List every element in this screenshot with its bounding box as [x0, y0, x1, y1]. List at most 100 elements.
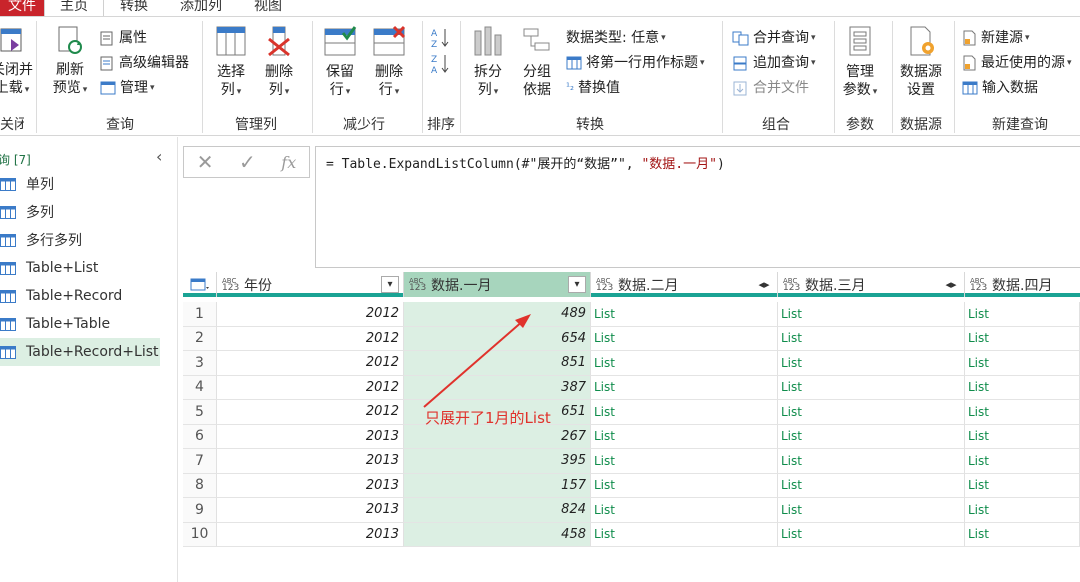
query-item[interactable]: Table+Record [0, 282, 160, 310]
choose-columns-button[interactable]: 选择 列 ▾ [212, 25, 250, 101]
cell-year[interactable]: 2012 [217, 326, 404, 351]
expand-column-icon[interactable]: ◂▸ [755, 276, 773, 293]
cell-list-link[interactable]: List [778, 498, 965, 523]
cell-list-link[interactable]: List [778, 302, 965, 327]
cancel-icon[interactable]: ✕ [197, 150, 214, 174]
query-item[interactable]: Table+List [0, 254, 160, 282]
cell-jan[interactable]: 267 [404, 424, 591, 449]
expand-column-icon[interactable]: ◂▸ [942, 276, 960, 293]
cell-year[interactable]: 2012 [217, 400, 404, 425]
query-item[interactable]: 多行多列 [0, 226, 160, 254]
recent-sources-button[interactable]: 最近使用的源 ▾ [962, 54, 1072, 72]
manage-button[interactable]: 管理 ▾ [100, 79, 155, 97]
column-header-feb[interactable]: ABC 123 数据.二月 ◂▸ [591, 272, 778, 297]
cell-jan[interactable]: 654 [404, 326, 591, 351]
column-header-jan[interactable]: ABC 123 数据.一月 ▾ [404, 272, 591, 297]
tab-home[interactable]: 主页 [44, 0, 104, 16]
tab-add-column[interactable]: 添加列 [180, 0, 222, 16]
column-header-apr[interactable]: ABC 123 数据.四月 [965, 272, 1080, 297]
cell-list-link[interactable]: List [591, 302, 778, 327]
query-item[interactable]: 多列 [0, 198, 160, 226]
query-item[interactable]: Table+Table [0, 310, 160, 338]
any-type-icon[interactable]: ABC 123 [783, 277, 800, 292]
replace-values-button[interactable]: ¹₂ 替换值 [566, 79, 620, 97]
query-item-selected[interactable]: Table+Record+List [0, 338, 160, 366]
cell-list-link[interactable]: List [778, 473, 965, 498]
cell-list-link[interactable]: List [591, 424, 778, 449]
cell-year[interactable]: 2012 [217, 351, 404, 376]
collapse-chevron-icon[interactable]: ‹ [156, 147, 162, 166]
cell-list-link[interactable]: List [591, 375, 778, 400]
use-first-row-as-headers-button[interactable]: 将第一行用作标题 ▾ [566, 54, 705, 72]
cell-list-link[interactable]: List [591, 449, 778, 474]
cell-list-link[interactable]: List [778, 424, 965, 449]
cell-list-link[interactable]: List [778, 522, 965, 547]
cell-list-link[interactable]: List [965, 351, 1080, 376]
manage-parameters-button[interactable]: 管理 参数 ▾ [840, 25, 880, 101]
merge-queries-button[interactable]: 合并查询 ▾ [732, 29, 816, 47]
tab-file[interactable]: 文件 [0, 0, 44, 16]
split-column-button[interactable]: 拆分 列 ▾ [470, 25, 506, 101]
cell-list-link[interactable]: List [965, 326, 1080, 351]
combine-files-button[interactable]: 合并文件 [732, 79, 809, 97]
cell-list-link[interactable]: List [965, 498, 1080, 523]
filter-dropdown-icon[interactable]: ▾ [568, 276, 586, 293]
group-by-button[interactable]: 分组 依据 [518, 25, 556, 99]
cell-jan[interactable]: 489 [404, 302, 591, 327]
cell-jan[interactable]: 395 [404, 449, 591, 474]
advanced-editor-button[interactable]: 高级编辑器 [100, 54, 189, 72]
any-type-icon[interactable]: ABC 123 [409, 277, 426, 292]
cell-year[interactable]: 2012 [217, 375, 404, 400]
cell-list-link[interactable]: List [778, 375, 965, 400]
sort-descending-button[interactable]: ZA [430, 53, 450, 80]
cell-list-link[interactable]: List [591, 351, 778, 376]
data-source-settings-button[interactable]: 数据源 设置 [896, 25, 946, 99]
query-item[interactable]: 单列 [0, 170, 160, 198]
data-type-dropdown[interactable]: 数据类型: 任意 ▾ [566, 29, 666, 47]
cell-list-link[interactable]: List [965, 375, 1080, 400]
any-type-icon[interactable]: ABC 123 [596, 277, 613, 292]
cell-year[interactable]: 2013 [217, 449, 404, 474]
cell-year[interactable]: 2013 [217, 522, 404, 547]
formula-input[interactable]: = Table.ExpandListColumn(#"展开的“数据”", "数据… [315, 146, 1080, 268]
cell-year[interactable]: 2013 [217, 424, 404, 449]
cell-list-link[interactable]: List [965, 400, 1080, 425]
fx-icon[interactable]: fx [281, 153, 296, 172]
cell-list-link[interactable]: List [778, 400, 965, 425]
close-and-load-button[interactable]: 关闭并 上载▾ [0, 25, 36, 99]
cell-jan[interactable]: 851 [404, 351, 591, 376]
cell-list-link[interactable]: List [965, 522, 1080, 547]
cell-year[interactable]: 2013 [217, 473, 404, 498]
properties-button[interactable]: 属性 [100, 29, 147, 47]
any-type-icon[interactable]: ABC 123 [970, 277, 987, 292]
cell-list-link[interactable]: List [965, 424, 1080, 449]
cell-list-link[interactable]: List [591, 522, 778, 547]
filter-dropdown-icon[interactable]: ▾ [381, 276, 399, 293]
refresh-preview-button[interactable]: 刷新 预览 ▾ [50, 25, 90, 99]
cell-list-link[interactable]: List [965, 302, 1080, 327]
cell-list-link[interactable]: List [778, 449, 965, 474]
cell-list-link[interactable]: List [591, 498, 778, 523]
cell-list-link[interactable]: List [965, 449, 1080, 474]
remove-columns-button[interactable]: 删除 列 ▾ [260, 25, 298, 101]
cell-list-link[interactable]: List [778, 351, 965, 376]
cell-year[interactable]: 2013 [217, 498, 404, 523]
tab-view[interactable]: 视图 [254, 0, 282, 16]
cell-year[interactable]: 2012 [217, 302, 404, 327]
cell-list-link[interactable]: List [591, 473, 778, 498]
cell-jan[interactable]: 824 [404, 498, 591, 523]
confirm-icon[interactable]: ✓ [239, 150, 256, 174]
tab-transform[interactable]: 转换 [120, 0, 148, 16]
any-type-icon[interactable]: ABC 123 [222, 277, 239, 292]
sort-ascending-button[interactable]: AZ [430, 27, 450, 54]
append-queries-button[interactable]: 追加查询 ▾ [732, 54, 816, 72]
column-header-year[interactable]: ABC 123 年份 ▾ [217, 272, 404, 297]
new-source-button[interactable]: 新建源 ▾ [962, 29, 1030, 47]
cell-list-link[interactable]: List [778, 326, 965, 351]
column-header-mar[interactable]: ABC 123 数据.三月 ◂▸ [778, 272, 965, 297]
cell-list-link[interactable]: List [591, 326, 778, 351]
enter-data-button[interactable]: 输入数据 [962, 79, 1038, 97]
cell-jan[interactable]: 387 [404, 375, 591, 400]
keep-rows-button[interactable]: 保留 行 ▾ [321, 25, 359, 101]
cell-list-link[interactable]: List [965, 473, 1080, 498]
